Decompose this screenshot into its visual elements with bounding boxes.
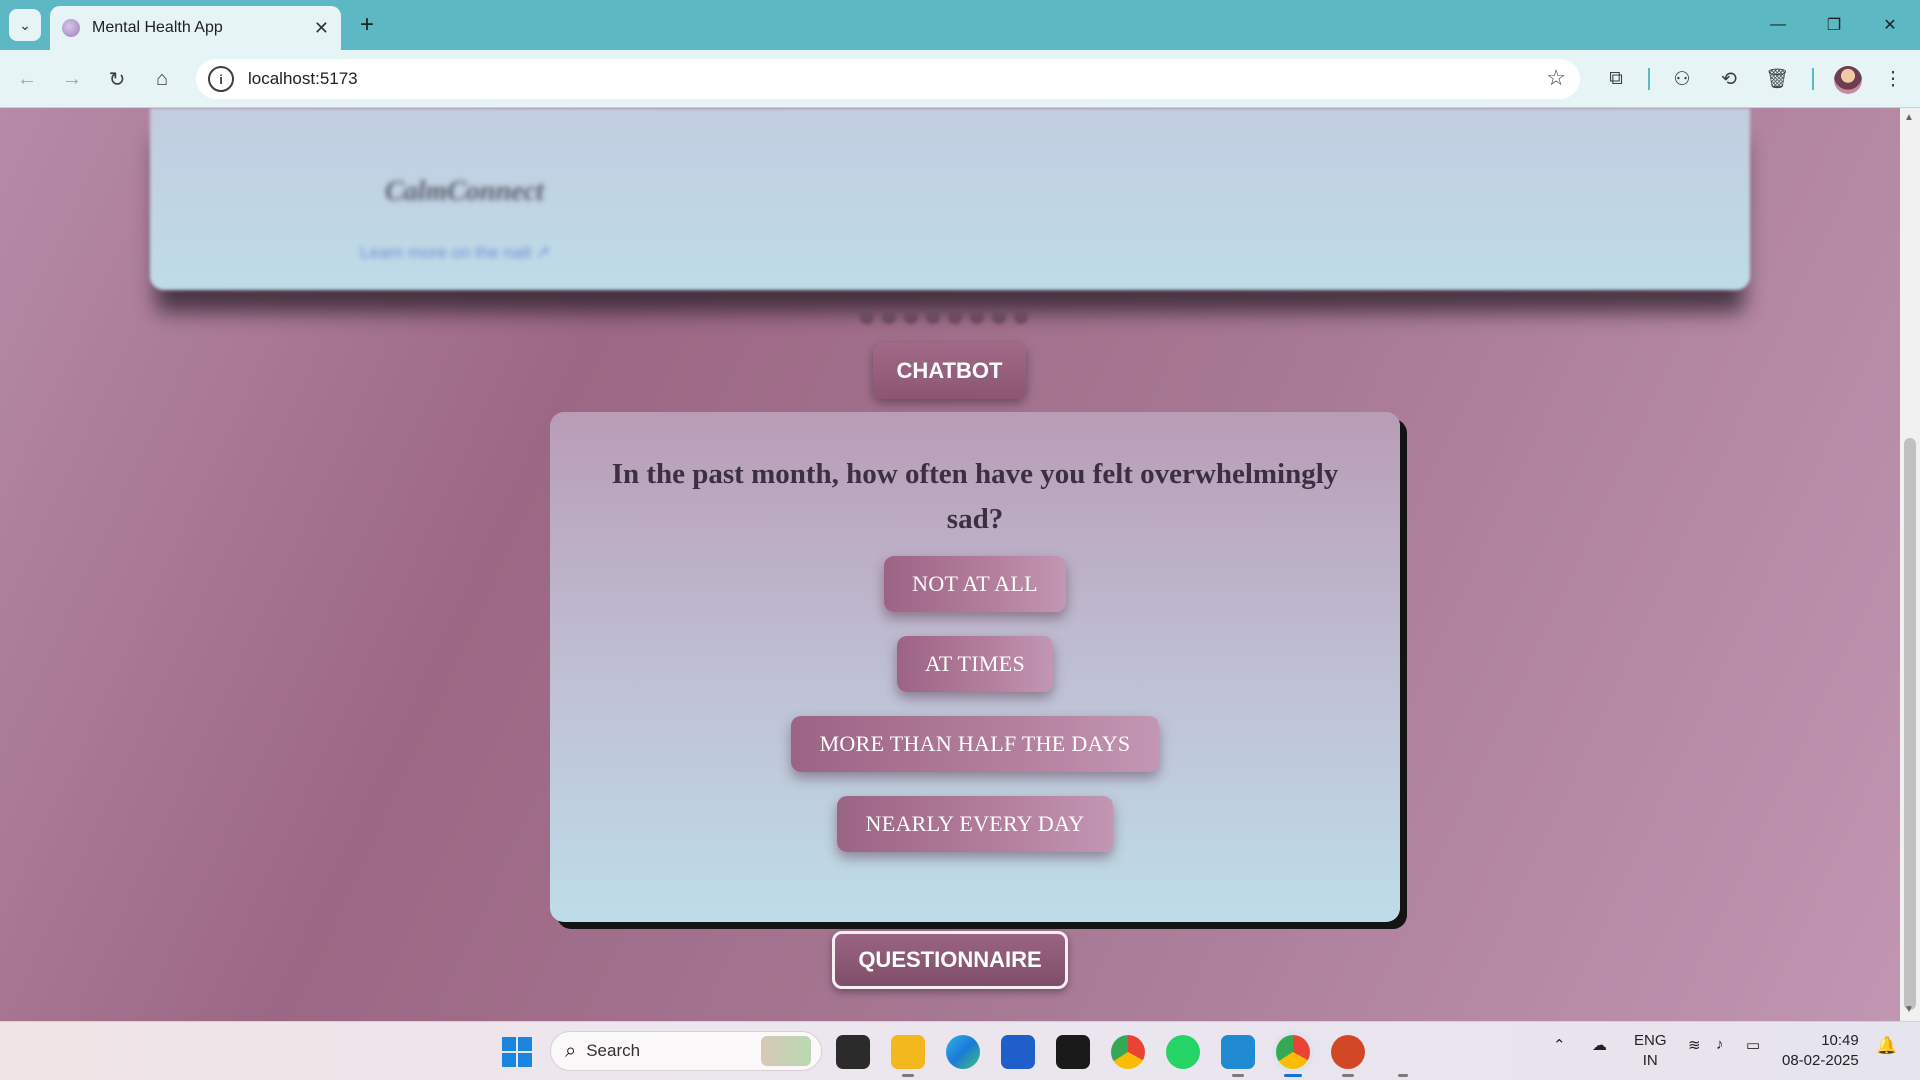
carousel-dot[interactable]: [926, 310, 940, 324]
questionnaire-button[interactable]: QUESTIONNAIRE: [832, 931, 1068, 989]
brand-title: CalmConnect: [385, 176, 544, 207]
chatbot-button[interactable]: CHATBOT: [873, 343, 1026, 399]
window-close-icon[interactable]: ✕: [1862, 0, 1918, 50]
system-clock[interactable]: 10:49 08-02-2025: [1782, 1031, 1859, 1071]
profile-avatar[interactable]: [1834, 66, 1862, 94]
search-highlight-image: [761, 1036, 811, 1066]
option-not-at-all[interactable]: NOT AT ALL: [884, 556, 1066, 612]
browser-tab-bar: ⌄ Mental Health App ✕ + — ❐ ✕: [0, 0, 1920, 50]
incognito-icon[interactable]: ⚇: [1667, 64, 1697, 94]
browser-tab[interactable]: Mental Health App ✕: [50, 6, 341, 50]
browser-toolbar: ← → ↻ ⌂ i localhost:5173 ☆ ⧉ ⚇ ⟲ 🗑 ⋮: [0, 50, 1920, 108]
carousel-indicators: [860, 310, 1028, 324]
whatsapp-icon[interactable]: [1166, 1035, 1200, 1069]
file-explorer-icon[interactable]: [891, 1035, 925, 1069]
volume-icon[interactable]: ♪: [1716, 1036, 1724, 1053]
address-bar[interactable]: i localhost:5173 ☆: [196, 59, 1580, 99]
windows-taskbar: ⌕ Search ⌃ ☁ ENG IN ≋ ♪ ▭ 10:49 08-02-20…: [0, 1021, 1920, 1080]
toolbar-divider: [1648, 68, 1650, 90]
forward-icon[interactable]: →: [55, 62, 89, 96]
running-indicator: [1342, 1074, 1354, 1077]
wifi-icon[interactable]: ≋: [1688, 1036, 1701, 1054]
new-tab-button[interactable]: +: [352, 10, 382, 40]
search-icon: ⌕: [565, 1039, 577, 1062]
battery-icon[interactable]: ▭: [1746, 1036, 1760, 1054]
edge-icon[interactable]: [946, 1035, 980, 1069]
delete-icon[interactable]: 🗑: [1762, 64, 1792, 94]
scrollbar-thumb[interactable]: [1904, 438, 1916, 1010]
carousel-dot[interactable]: [860, 310, 874, 324]
home-icon[interactable]: ⌂: [145, 62, 179, 96]
windows-start-icon[interactable]: [502, 1037, 532, 1067]
cloud-icon[interactable]: ☁: [1592, 1036, 1607, 1054]
bookmark-star-icon[interactable]: ☆: [1546, 65, 1566, 91]
back-icon[interactable]: ←: [10, 62, 44, 96]
history-icon[interactable]: ⟲: [1714, 64, 1744, 94]
tab-title: Mental Health App: [92, 19, 223, 36]
option-more-than-half[interactable]: MORE THAN HALF THE DAYS: [791, 716, 1159, 772]
chrome-icon[interactable]: [1111, 1035, 1145, 1069]
carousel-dot[interactable]: [970, 310, 984, 324]
terminal-icon[interactable]: [1056, 1035, 1090, 1069]
site-info-icon[interactable]: i: [208, 66, 234, 92]
extensions-icon[interactable]: ⧉: [1601, 64, 1631, 94]
active-indicator: [1284, 1074, 1302, 1077]
powerpoint-icon[interactable]: [1331, 1035, 1365, 1069]
scroll-up-icon[interactable]: ▲: [1904, 112, 1914, 123]
taskbar-search-label: Search: [586, 1041, 641, 1060]
taskbar-search[interactable]: ⌕ Search: [550, 1031, 822, 1071]
running-indicator: [902, 1074, 914, 1077]
language-indicator[interactable]: ENG IN: [1634, 1031, 1667, 1071]
running-indicator: [1398, 1074, 1408, 1077]
option-at-times[interactable]: AT TIMES: [897, 636, 1053, 692]
tab-search-icon[interactable]: ⌄: [9, 9, 41, 41]
restore-icon[interactable]: ❐: [1806, 0, 1862, 50]
notifications-icon[interactable]: 🔔: [1876, 1036, 1897, 1056]
favicon-icon: [62, 19, 80, 37]
running-indicator: [1232, 1074, 1244, 1077]
tray-overflow-icon[interactable]: ⌃: [1553, 1036, 1566, 1054]
minimize-icon[interactable]: —: [1750, 0, 1806, 50]
page-viewport: CalmConnect Learn more on the nalt ↗ CHA…: [0, 108, 1900, 1021]
carousel-card: CalmConnect Learn more on the nalt ↗: [150, 108, 1750, 290]
learn-more-link[interactable]: Learn more on the nalt ↗: [360, 243, 550, 263]
carousel-dot[interactable]: [1014, 310, 1028, 324]
reload-icon[interactable]: ↻: [100, 62, 134, 96]
toolbar-divider: [1812, 68, 1814, 90]
chrome-active-icon[interactable]: [1276, 1035, 1310, 1069]
carousel-dot[interactable]: [882, 310, 896, 324]
close-tab-icon[interactable]: ✕: [314, 18, 329, 39]
question-card: In the past month, how often have you fe…: [550, 412, 1400, 922]
url-text[interactable]: localhost:5173: [248, 69, 358, 89]
task-view-icon[interactable]: [836, 1035, 870, 1069]
vscode-icon[interactable]: [1221, 1035, 1255, 1069]
scroll-down-icon[interactable]: ▼: [1904, 1004, 1914, 1015]
carousel-dot[interactable]: [948, 310, 962, 324]
carousel-dot[interactable]: [904, 310, 918, 324]
question-text: In the past month, how often have you fe…: [611, 458, 1339, 535]
carousel-dot[interactable]: [992, 310, 1006, 324]
option-nearly-every-day[interactable]: NEARLY EVERY DAY: [837, 796, 1113, 852]
more-menu-icon[interactable]: ⋮: [1878, 64, 1908, 94]
page-scrollbar[interactable]: ▲ ▼: [1900, 108, 1920, 1021]
store-icon[interactable]: [1001, 1035, 1035, 1069]
